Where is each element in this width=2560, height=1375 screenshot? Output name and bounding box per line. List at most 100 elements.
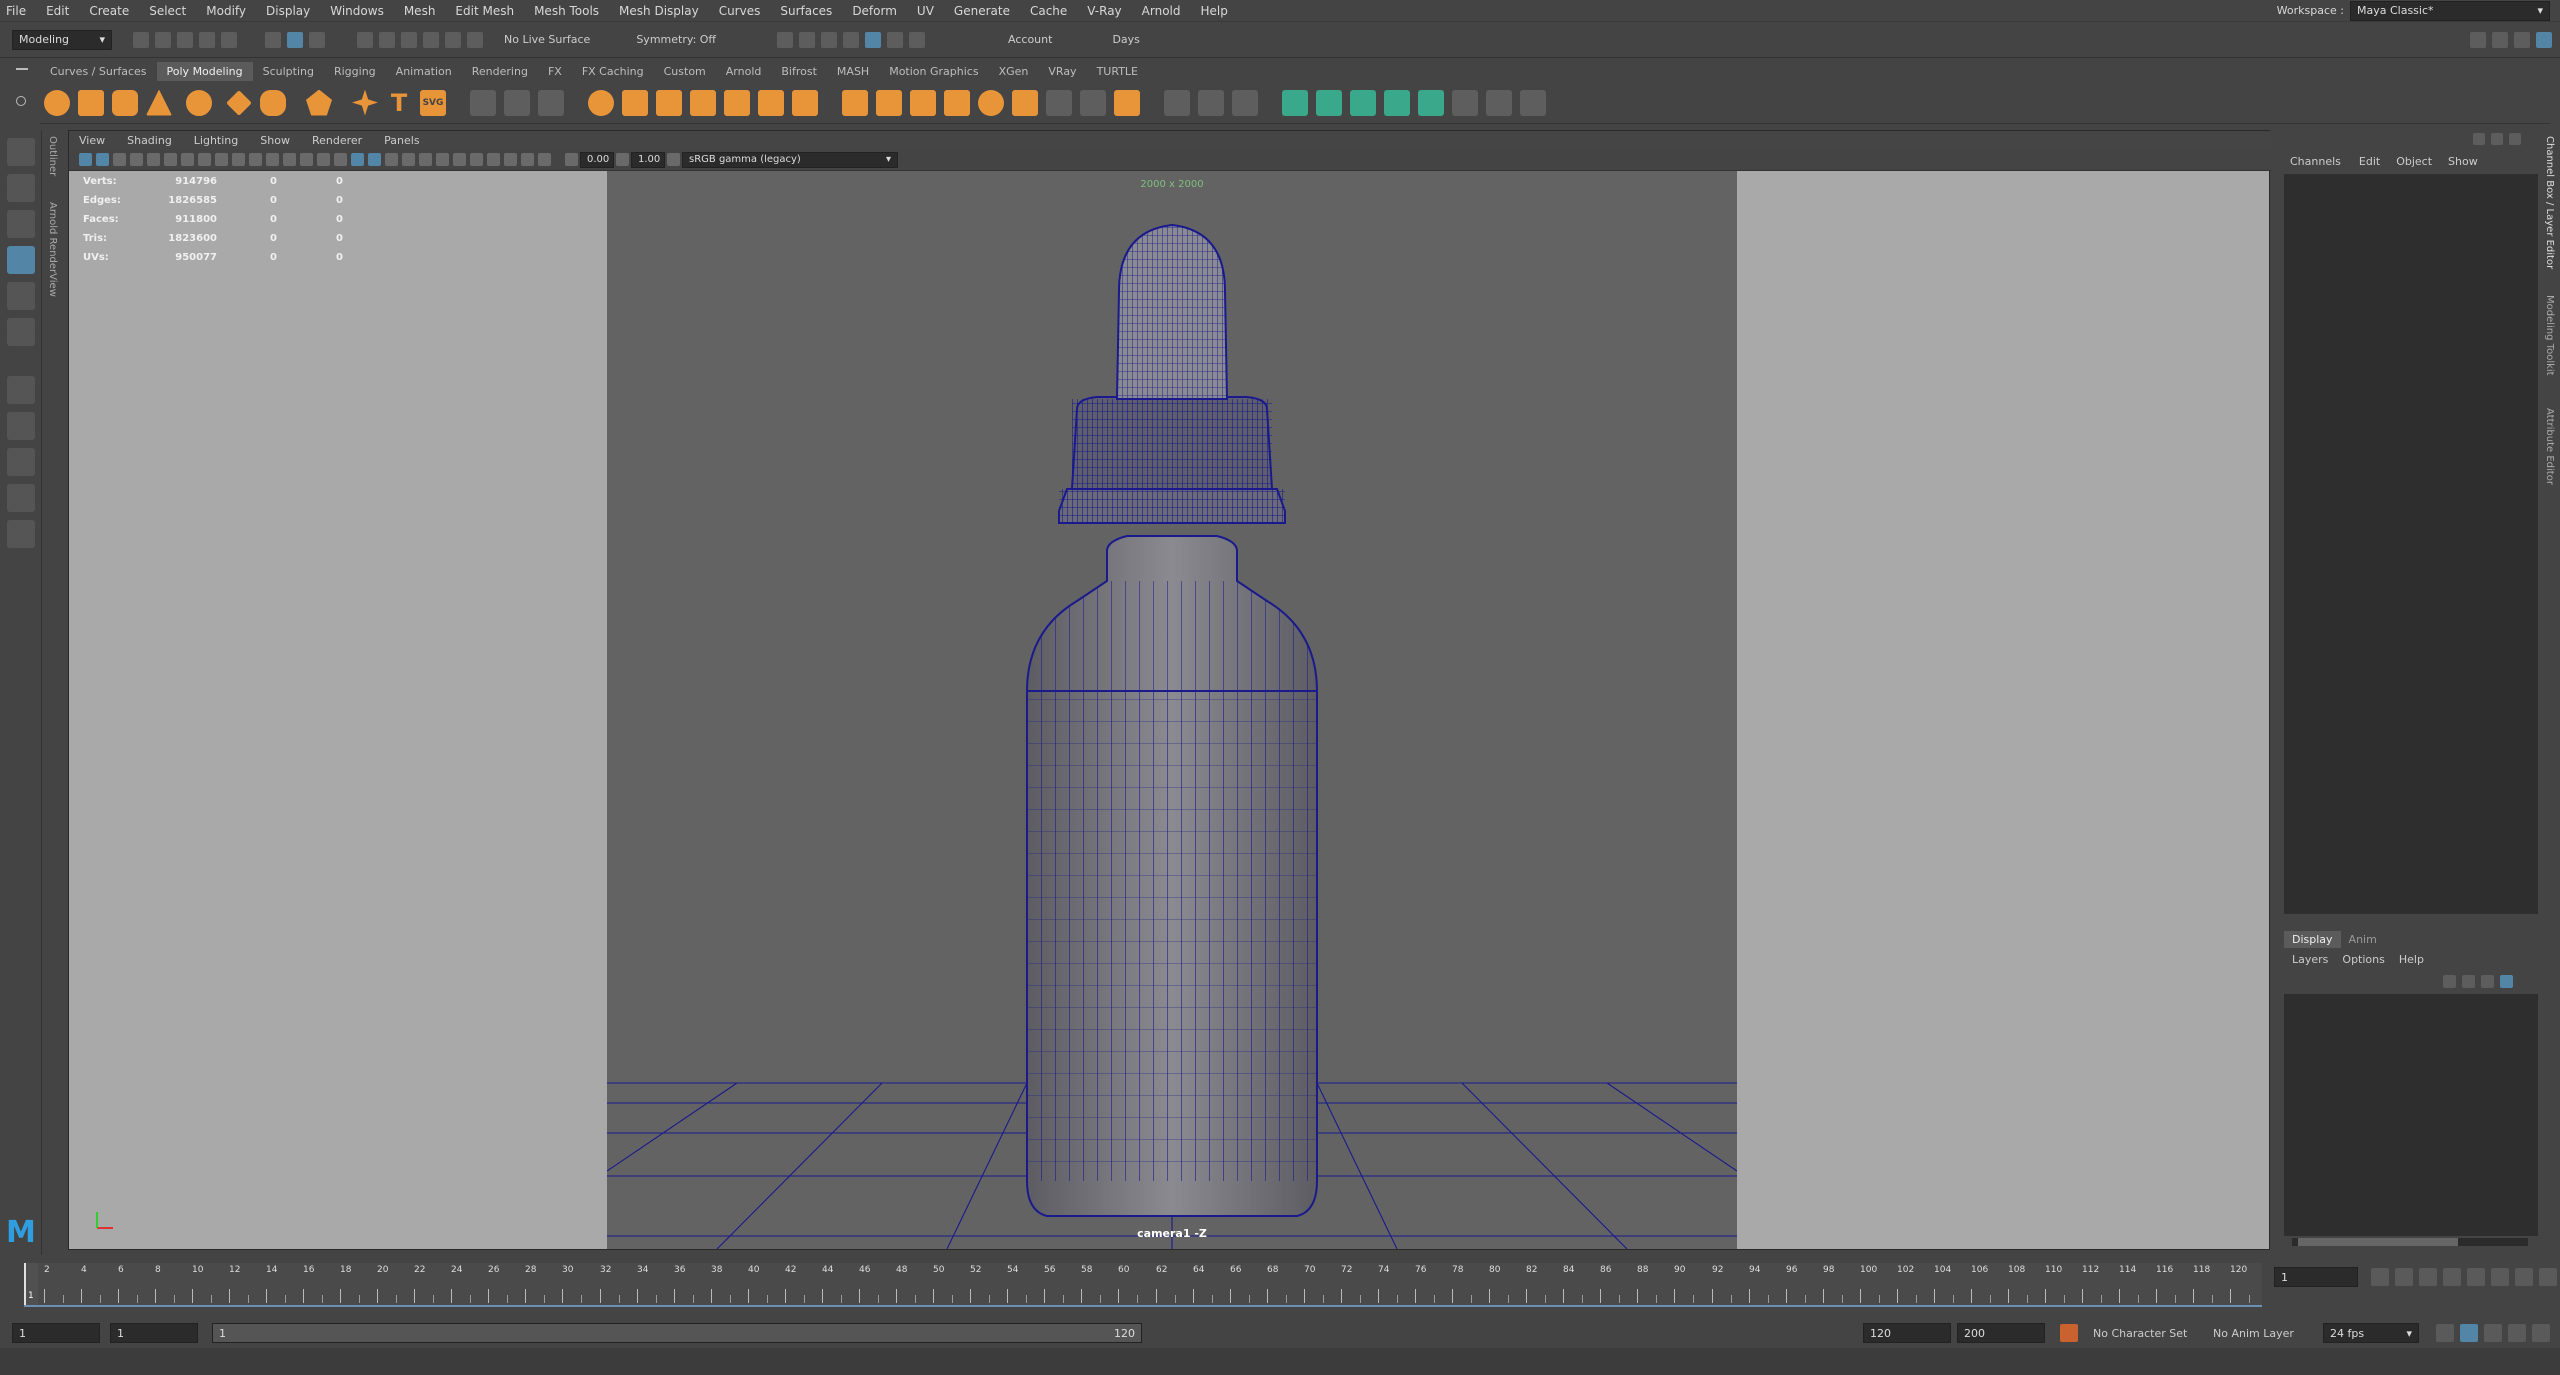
menu-mesh-tools[interactable]: Mesh Tools — [534, 4, 599, 18]
gate-mask-icon[interactable] — [232, 153, 245, 166]
move-layer-down-icon[interactable] — [2462, 974, 2475, 988]
menu-modify[interactable]: Modify — [206, 4, 246, 18]
smooth-icon[interactable] — [588, 89, 614, 116]
multi-cut-icon[interactable] — [1164, 89, 1190, 116]
channel-menu-object[interactable]: Object — [2396, 155, 2432, 168]
anti-aliasing-icon[interactable] — [453, 153, 466, 166]
tab-motion-graphics[interactable]: Motion Graphics — [879, 62, 988, 81]
layer-menu-help[interactable]: Help — [2399, 953, 2424, 966]
textured-icon[interactable] — [368, 153, 381, 166]
time-slider[interactable]: 1 2 4 6 8 10 12 14 16 18 20 22 24 26 28 30 32 34 36 38 40 42… — [0, 1255, 2560, 1311]
channel-box-area[interactable] — [2284, 174, 2538, 914]
single-perspective-view-icon[interactable] — [7, 412, 35, 440]
layer-scrollbar[interactable] — [2292, 1238, 2528, 1246]
planar-mapping-icon[interactable] — [1282, 89, 1308, 116]
menu-windows[interactable]: Windows — [330, 4, 384, 18]
menu-create[interactable]: Create — [89, 4, 129, 18]
step-back-key-icon[interactable] — [2395, 1268, 2413, 1286]
tab-animation[interactable]: Animation — [386, 62, 462, 81]
poke-icon[interactable] — [1114, 89, 1140, 116]
menu-vray[interactable]: V-Ray — [1087, 4, 1121, 18]
menu-select[interactable]: Select — [149, 4, 186, 18]
lasso-tool-icon[interactable] — [7, 174, 35, 202]
poly-sphere-icon[interactable] — [44, 89, 70, 116]
rotate-tool-icon[interactable] — [7, 282, 35, 310]
select-object-icon[interactable] — [287, 31, 303, 48]
channel-box-icon[interactable] — [2536, 31, 2552, 48]
panel-menu-shading[interactable]: Shading — [127, 134, 172, 147]
tab-curves-surfaces[interactable]: Curves / Surfaces — [40, 62, 157, 81]
gamma-field[interactable]: 1.00 — [631, 151, 665, 168]
exposure-field[interactable]: 0.00 — [580, 151, 614, 168]
tool-settings-icon[interactable] — [2514, 31, 2530, 48]
dropper-bottle-wireframe[interactable] — [607, 171, 1737, 1249]
render-view-icon[interactable] — [777, 31, 794, 48]
go-to-start-icon[interactable] — [2371, 1268, 2389, 1286]
save-scene-icon[interactable] — [177, 31, 193, 48]
modeling-toolkit-icon[interactable] — [2470, 31, 2486, 48]
tab-fx[interactable]: FX — [538, 62, 572, 81]
camera-attributes-icon[interactable] — [96, 153, 109, 166]
playback-end-field[interactable]: 120 — [1863, 1323, 1951, 1343]
select-tool-icon[interactable] — [7, 138, 35, 166]
symmetry-label[interactable]: Symmetry: Off — [636, 33, 716, 46]
render-settings-icon[interactable] — [843, 31, 860, 48]
uv-editor-icon[interactable] — [1452, 89, 1478, 116]
new-empty-layer-icon[interactable] — [2481, 974, 2494, 988]
poly-cube-icon[interactable] — [78, 89, 104, 116]
platonic-solid-icon[interactable] — [306, 89, 332, 116]
menu-uv[interactable]: UV — [917, 4, 934, 18]
snap-vertex-icon[interactable] — [467, 31, 483, 48]
automatic-mapping-icon[interactable] — [1384, 89, 1410, 116]
shelf-settings-icon[interactable] — [16, 96, 26, 106]
snap-view-plane-icon[interactable] — [423, 31, 439, 48]
four-view-icon[interactable] — [7, 448, 35, 476]
character-set-dropdown[interactable]: No Character Set — [2093, 1327, 2213, 1340]
xray-joints-icon[interactable] — [538, 153, 551, 166]
tab-rigging[interactable]: Rigging — [324, 62, 386, 81]
menu-edit-mesh[interactable]: Edit Mesh — [455, 4, 514, 18]
depth-of-field-icon[interactable] — [470, 153, 483, 166]
gamma-icon[interactable] — [616, 153, 629, 166]
exposure-icon[interactable] — [565, 153, 578, 166]
menu-set-dropdown[interactable]: Modeling ▾ — [12, 29, 112, 50]
grease-pencil-icon[interactable] — [164, 153, 177, 166]
menu-surfaces[interactable]: Surfaces — [780, 4, 832, 18]
animation-start-field[interactable]: 1 — [12, 1323, 100, 1343]
modeling-toolkit-tab[interactable]: Modeling Toolkit — [2544, 295, 2555, 376]
wireframe-icon[interactable] — [300, 153, 313, 166]
hypershade-icon[interactable] — [865, 31, 882, 48]
persp-outliner-icon[interactable] — [7, 484, 35, 512]
layer-tab-display[interactable]: Display — [2284, 930, 2341, 948]
prefs-icon[interactable] — [2532, 1324, 2550, 1342]
ipr-render-icon[interactable] — [821, 31, 838, 48]
current-frame-field[interactable]: 1 — [2274, 1267, 2358, 1287]
safe-action-icon[interactable] — [266, 153, 279, 166]
bool-intersection-icon[interactable] — [792, 89, 818, 116]
show-manipulator-icon[interactable] — [7, 376, 35, 404]
shadows-icon[interactable] — [402, 153, 415, 166]
center-pivot-icon[interactable] — [538, 89, 564, 116]
play-forwards-icon[interactable] — [2467, 1268, 2485, 1286]
play-backwards-icon[interactable] — [2443, 1268, 2461, 1286]
default-material-icon[interactable] — [334, 153, 347, 166]
tab-sculpting[interactable]: Sculpting — [253, 62, 324, 81]
scale-tool-icon[interactable] — [7, 318, 35, 346]
select-hierarchy-icon[interactable] — [265, 31, 281, 48]
current-time-marker[interactable]: 1 — [24, 1263, 38, 1307]
menu-mesh[interactable]: Mesh — [404, 4, 436, 18]
menu-cache[interactable]: Cache — [1030, 4, 1067, 18]
panel-menu-panels[interactable]: Panels — [384, 134, 419, 147]
safe-title-icon[interactable] — [283, 153, 296, 166]
snap-curve-icon[interactable] — [379, 31, 395, 48]
uv-layout-icon[interactable] — [1486, 89, 1512, 116]
menu-curves[interactable]: Curves — [719, 4, 761, 18]
menu-edit[interactable]: Edit — [46, 4, 69, 18]
insert-edge-loop-icon[interactable] — [1198, 89, 1224, 116]
panel-menu-show[interactable]: Show — [260, 134, 290, 147]
ambient-occlusion-icon[interactable] — [419, 153, 432, 166]
resolution-gate-icon[interactable] — [215, 153, 228, 166]
tab-arnold[interactable]: Arnold — [716, 62, 772, 81]
pencil-icon[interactable] — [2509, 133, 2521, 145]
svg-tool-icon[interactable]: SVG — [420, 89, 446, 116]
